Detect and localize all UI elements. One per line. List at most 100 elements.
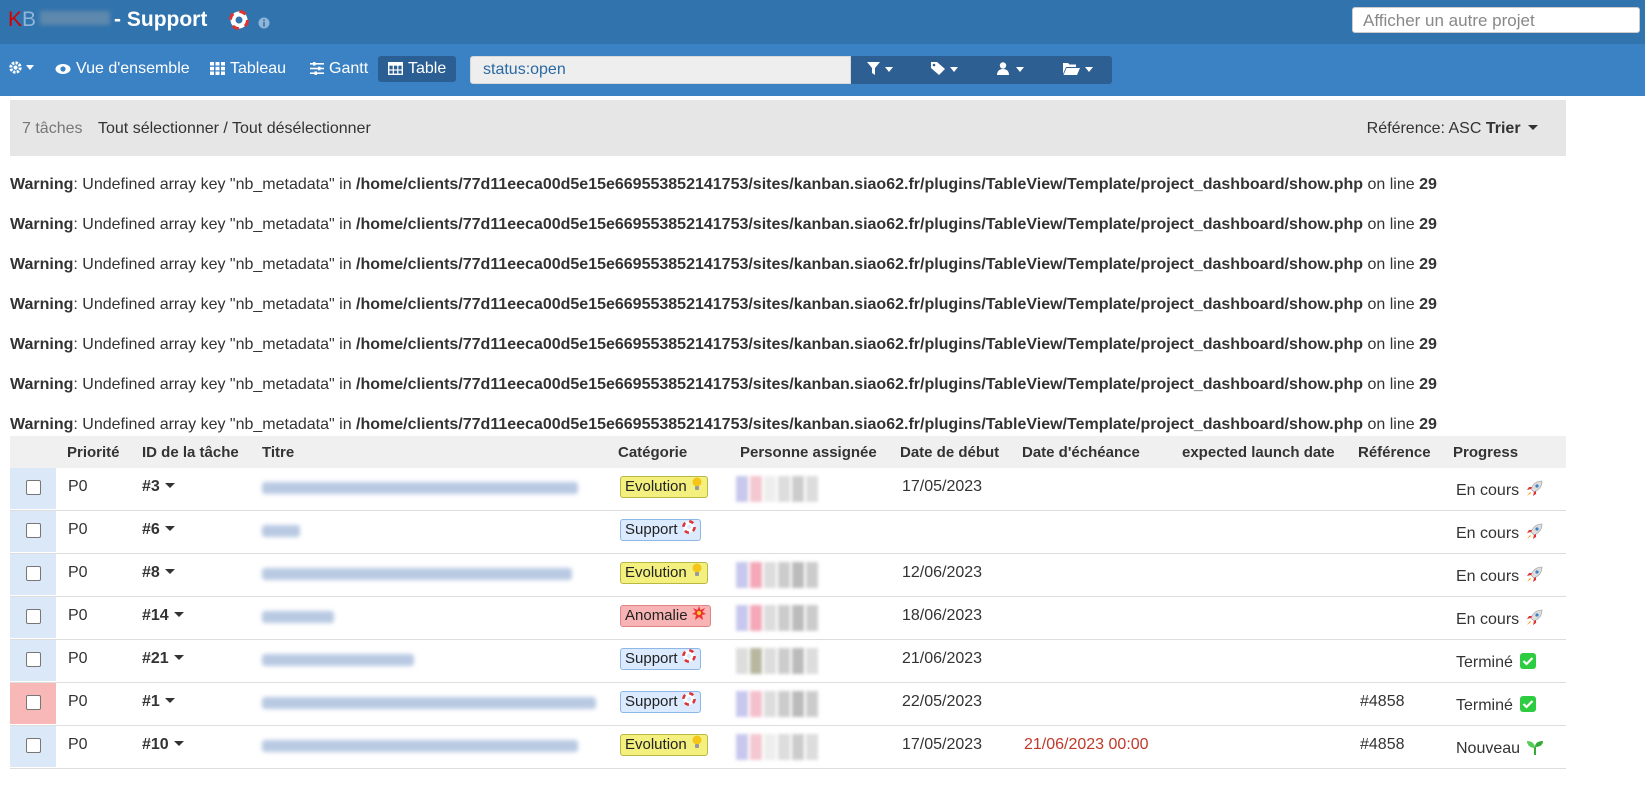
lightbulb-icon	[692, 563, 702, 576]
cell-task-id[interactable]: #10	[142, 736, 184, 754]
selection-bar: 7 tâches Tout sélectionner / Tout déséle…	[10, 100, 1566, 156]
lifebuoy-icon	[681, 692, 696, 706]
folder-dropdown-button[interactable]	[1063, 62, 1093, 78]
category-label: Evolution	[625, 564, 687, 581]
table-row[interactable]: P0 #3 Evolution 17/05/2023 En cours	[10, 468, 1566, 511]
category-badge: Evolution	[620, 734, 708, 756]
avatar	[736, 648, 828, 674]
nav-board[interactable]: Tableau	[210, 56, 286, 82]
cell-title-redacted[interactable]	[262, 568, 572, 580]
cell-task-id[interactable]: #1	[142, 693, 175, 711]
sliders-icon	[310, 60, 329, 77]
progress-label: Nouveau	[1456, 740, 1521, 757]
warning-line-number: 29	[1419, 256, 1437, 273]
cell-progress: En cours	[1456, 523, 1543, 543]
user-dropdown-button[interactable]	[997, 62, 1024, 78]
avatar	[736, 691, 828, 717]
col-category[interactable]: Catégorie	[618, 444, 687, 461]
table-row[interactable]: P0 #6 Support En cours	[10, 511, 1566, 554]
cell-priority: P0	[68, 607, 88, 624]
other-project-selector[interactable]: Afficher un autre projet	[1352, 7, 1640, 33]
col-task-id[interactable]: ID de la tâche	[142, 444, 239, 461]
user-icon	[997, 62, 1009, 78]
table-row[interactable]: P0 #14 Anomalie 18/06/2023 En cours	[10, 597, 1566, 640]
col-progress[interactable]: Progress	[1453, 444, 1518, 461]
col-launch-date[interactable]: expected launch date	[1182, 444, 1335, 461]
row-checkbox[interactable]	[26, 738, 41, 753]
cell-task-id[interactable]: #14	[142, 607, 184, 625]
cell-title-redacted[interactable]	[262, 740, 578, 752]
cell-priority: P0	[68, 736, 88, 753]
cell-task-id[interactable]: #8	[142, 564, 175, 582]
settings-menu-button[interactable]	[8, 56, 34, 82]
task-id-text: #3	[142, 478, 160, 495]
warning-line-number: 29	[1419, 296, 1437, 313]
warning-path: /home/clients/77d11eeca00d5e15e669553852…	[356, 336, 1364, 353]
col-start-date[interactable]: Date de début	[900, 444, 999, 461]
task-table: Priorité ID de la tâche Titre Catégorie …	[10, 436, 1566, 769]
progress-label: En cours	[1456, 568, 1520, 585]
table-icon	[387, 60, 408, 77]
col-priority[interactable]: Priorité	[67, 444, 120, 461]
col-assignee[interactable]: Personne assignée	[740, 444, 877, 461]
cell-task-id[interactable]: #3	[142, 478, 175, 496]
cell-start-date: 18/06/2023	[902, 607, 983, 624]
rocket-icon	[1527, 609, 1543, 625]
cell-task-id[interactable]: #6	[142, 521, 175, 539]
cell-task-id[interactable]: #21	[142, 650, 184, 668]
warning-label: Warning	[10, 256, 74, 273]
sort-button[interactable]: Trier	[1486, 120, 1521, 137]
nav-gantt-label: Gantt	[329, 60, 369, 77]
col-due-date[interactable]: Date d'échéance	[1022, 444, 1140, 461]
row-checkbox[interactable]	[26, 480, 41, 495]
warning-line-number: 29	[1419, 216, 1437, 233]
table-row[interactable]: P0 #1 Support 22/05/2023 #4858 Terminé	[10, 683, 1566, 726]
chevron-down-icon	[164, 526, 175, 531]
col-reference[interactable]: Référence	[1358, 444, 1431, 461]
table-row[interactable]: P0 #8 Evolution 12/06/2023 En cours	[10, 554, 1566, 597]
cell-title-redacted[interactable]	[262, 525, 300, 537]
tag-dropdown-button[interactable]	[931, 62, 958, 78]
row-checkbox[interactable]	[26, 566, 41, 581]
task-id-text: #6	[142, 521, 160, 538]
cell-progress: Terminé	[1456, 652, 1537, 672]
row-checkbox[interactable]	[26, 523, 41, 538]
project-title: KB - Support	[8, 8, 207, 32]
cell-start-date: 17/05/2023	[902, 478, 983, 495]
warning-message: : Undefined array key "nb_metadata" in	[73, 416, 357, 433]
info-icon[interactable]	[258, 16, 270, 34]
redacted-project-name	[40, 11, 111, 26]
warning-label: Warning	[10, 296, 74, 313]
warning-path: /home/clients/77d11eeca00d5e15e669553852…	[356, 216, 1364, 233]
row-checkbox[interactable]	[26, 652, 41, 667]
cell-title-redacted[interactable]	[262, 697, 596, 709]
warning-message: : Undefined array key "nb_metadata" in	[73, 176, 357, 193]
row-checkbox[interactable]	[26, 695, 41, 710]
table-row[interactable]: P0 #21 Support 21/06/2023 Terminé	[10, 640, 1566, 683]
check-mark-icon	[1519, 696, 1536, 712]
cell-title-redacted[interactable]	[262, 611, 334, 623]
table-row[interactable]: P0 #10 Evolution 17/05/2023 21/06/2023 00:0…	[10, 726, 1566, 769]
row-select-cell	[10, 683, 56, 724]
warning-message: : Undefined array key "nb_metadata" in	[73, 256, 357, 273]
filter-dropdown-button[interactable]	[867, 62, 893, 78]
row-select-cell	[10, 640, 56, 681]
warning-label: Warning	[10, 416, 74, 433]
warning-line: Warning: Undefined array key "nb_metadat…	[10, 176, 1640, 216]
cell-title-redacted[interactable]	[262, 482, 578, 494]
category-label: Anomalie	[625, 607, 688, 624]
nav-overview[interactable]: Vue d'ensemble	[55, 56, 190, 82]
row-checkbox[interactable]	[26, 609, 41, 624]
warning-line: Warning: Undefined array key "nb_metadat…	[10, 376, 1640, 416]
cell-progress: En cours	[1456, 609, 1543, 629]
warning-line: Warning: Undefined array key "nb_metadat…	[10, 336, 1640, 376]
nav-gantt[interactable]: Gantt	[310, 56, 368, 82]
select-all-link[interactable]: Tout sélectionner / Tout désélectionner	[98, 120, 371, 138]
warning-line-text: on line	[1363, 336, 1420, 353]
search-filter-input[interactable]: status:open	[470, 56, 851, 84]
col-title[interactable]: Titre	[262, 444, 294, 461]
cell-title-redacted[interactable]	[262, 654, 414, 666]
nav-table[interactable]: Table	[378, 56, 457, 82]
category-badge: Anomalie	[620, 605, 711, 627]
explosion-icon	[691, 606, 706, 620]
